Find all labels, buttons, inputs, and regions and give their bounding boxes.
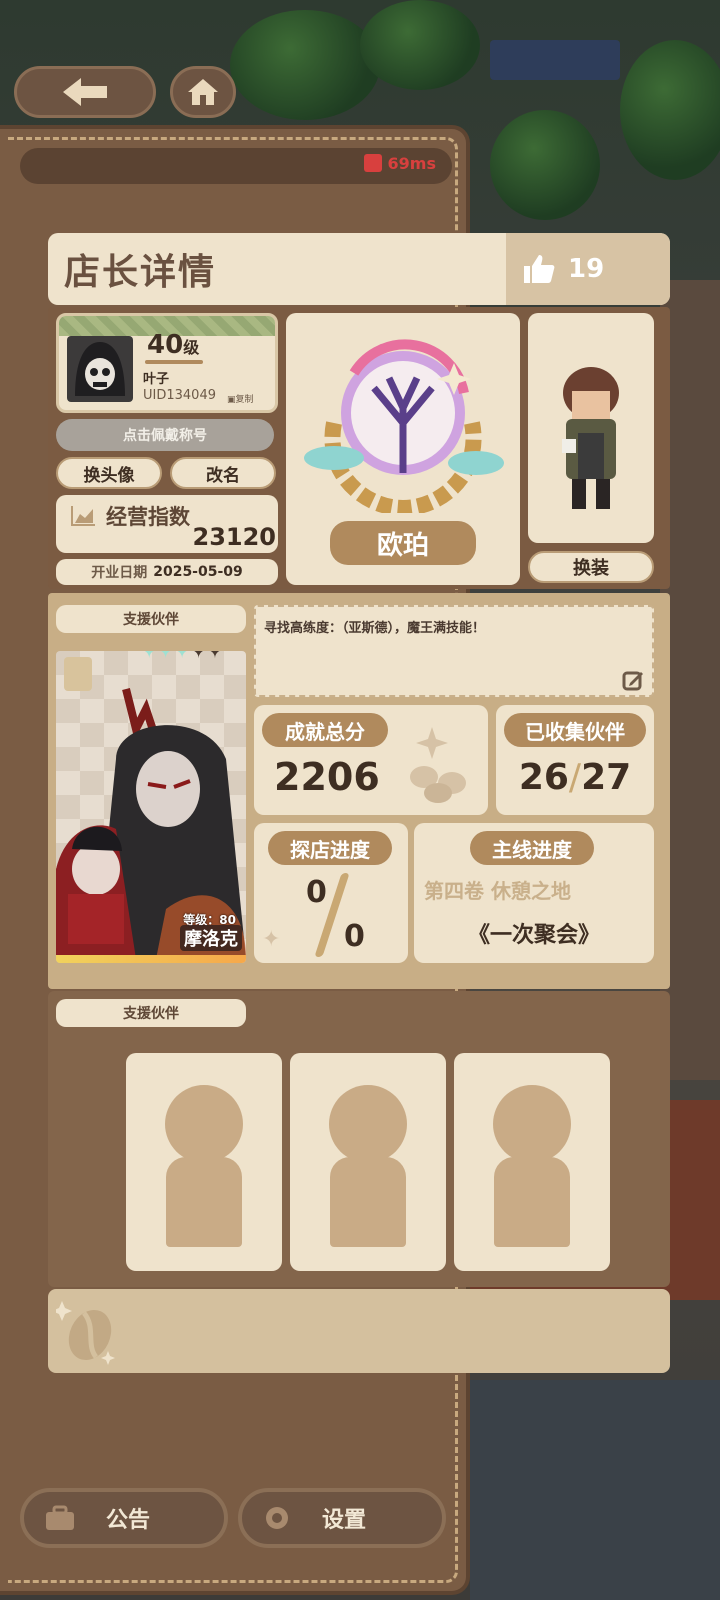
wear-title-button[interactable]: 点击佩戴称号 [56,419,274,451]
badge-name: 欧珀 [330,521,476,565]
partner-name: 摩洛克 [180,925,242,951]
title-bar: 店长详情 19 [48,233,670,305]
stats-section: 支援伙伴 ✦✦✦✦✦ 等级：80 摩洛克 寻找高练度：（亚斯德），魔王满技能！ … [48,593,670,989]
character-outfit-card [528,313,654,543]
story-label: 主线进度 [470,831,594,865]
copy-icon: ▣ [227,395,236,405]
sparkle-icon: ✦ [262,927,281,952]
support-slots-section: 支援伙伴 [48,991,670,1287]
arrow-left-icon [63,78,107,106]
page-title: 店长详情 [64,252,217,293]
explore-progress-card: 探店进度 0 0 ✦ [254,823,408,963]
player-uid: UID134049 [143,388,216,403]
like-button[interactable]: 19 [506,233,670,305]
main-story-progress-card: 主线进度 第四卷 休憩之地 《一次聚会》 [414,823,654,963]
open-date: 开业日期 2025-05-09 [56,559,278,585]
open-date-label: 开业日期 [91,565,148,581]
explore-total: 0 [344,919,365,954]
avatar[interactable] [67,336,133,402]
explore-label: 探店进度 [268,831,392,865]
collected-total: 27 [581,757,632,798]
support-slot-1[interactable] [126,1053,282,1271]
business-index-card: 经营指数 23120 [56,495,278,553]
settings-button[interactable]: 设置 [238,1488,446,1548]
message-box[interactable]: 寻找高练度：（亚斯德），魔王满技能！ [254,605,654,697]
achievement-value: 2206 [274,755,380,799]
badge-card[interactable]: 欧珀 [286,313,520,585]
empty-silhouette-icon [165,1085,243,1247]
coffee-bean-icon [56,1301,115,1365]
achievement-label: 成就总分 [262,713,388,747]
achievement-score-card: 成就总分 2206 [254,705,488,815]
thumbs-up-icon [524,255,555,283]
level-unit: 级 [183,338,200,357]
support-slots-header: 支援伙伴 [56,999,246,1027]
change-outfit-button[interactable]: 换装 [528,551,654,583]
copy-uid-button[interactable]: ▣复制 [227,392,254,405]
change-avatar-button[interactable]: 换头像 [56,457,162,489]
empty-silhouette-icon [493,1085,571,1247]
edit-icon[interactable] [622,669,644,691]
notice-label: 公告 [106,1508,151,1533]
explore-value: 0 [306,875,327,910]
latency-indicator: 69ms [363,154,436,173]
chart-icon [71,506,95,526]
collected-partners-card: 已收集伙伴 26/27 [496,705,654,815]
shopkeeper-character [562,367,619,509]
settings-label: 设置 [322,1508,367,1533]
latency-bar: 69ms [20,148,452,184]
store-manager-details-popup: 店长详情 19 40级 叶子 UID134049 ▣复制 点击佩戴称号 换头像 … [48,233,670,1373]
business-index-label: 经营指数 [106,505,190,529]
support-partner-card[interactable]: ✦✦✦✦✦ 等级：80 摩洛克 [56,651,246,963]
rename-button[interactable]: 改名 [170,457,276,489]
open-date-value: 2025-05-09 [153,564,243,580]
home-icon [188,79,218,105]
support-slot-3[interactable] [454,1053,610,1271]
coffee-beans-icon [410,727,466,803]
collected-label: 已收集伙伴 [504,713,646,747]
profile-card: 40级 叶子 UID134049 ▣复制 [56,313,278,413]
support-partner-header: 支援伙伴 [56,605,246,633]
business-index-value: 23120 [192,523,277,551]
notice-button[interactable]: 公告 [20,1488,228,1548]
tree-laurel-badge-icon [304,339,504,513]
support-slot-2[interactable] [290,1053,446,1271]
like-count: 19 [568,254,605,284]
message-text: 寻找高练度：（亚斯德），魔王满技能！ [264,621,486,636]
skull-hood-icon [75,342,125,396]
player-level: 40 [147,330,184,360]
star-rating: ✦✦✦✦✦ [140,651,224,664]
profile-section: 40级 叶子 UID134049 ▣复制 点击佩戴称号 换头像 改名 经营指数 … [48,307,670,589]
footer-strip [48,1289,670,1373]
gear-icon [266,1507,288,1529]
story-volume: 第四卷 休憩之地 [424,879,571,903]
collected-value: 26 [518,757,569,798]
home-button[interactable] [170,66,236,118]
signal-icon [363,154,382,172]
briefcase-icon [46,1505,74,1530]
empty-silhouette-icon [329,1085,407,1247]
back-button[interactable] [14,66,156,118]
story-chapter: 《一次聚会》 [467,923,600,948]
player-name: 叶子 [143,372,170,387]
